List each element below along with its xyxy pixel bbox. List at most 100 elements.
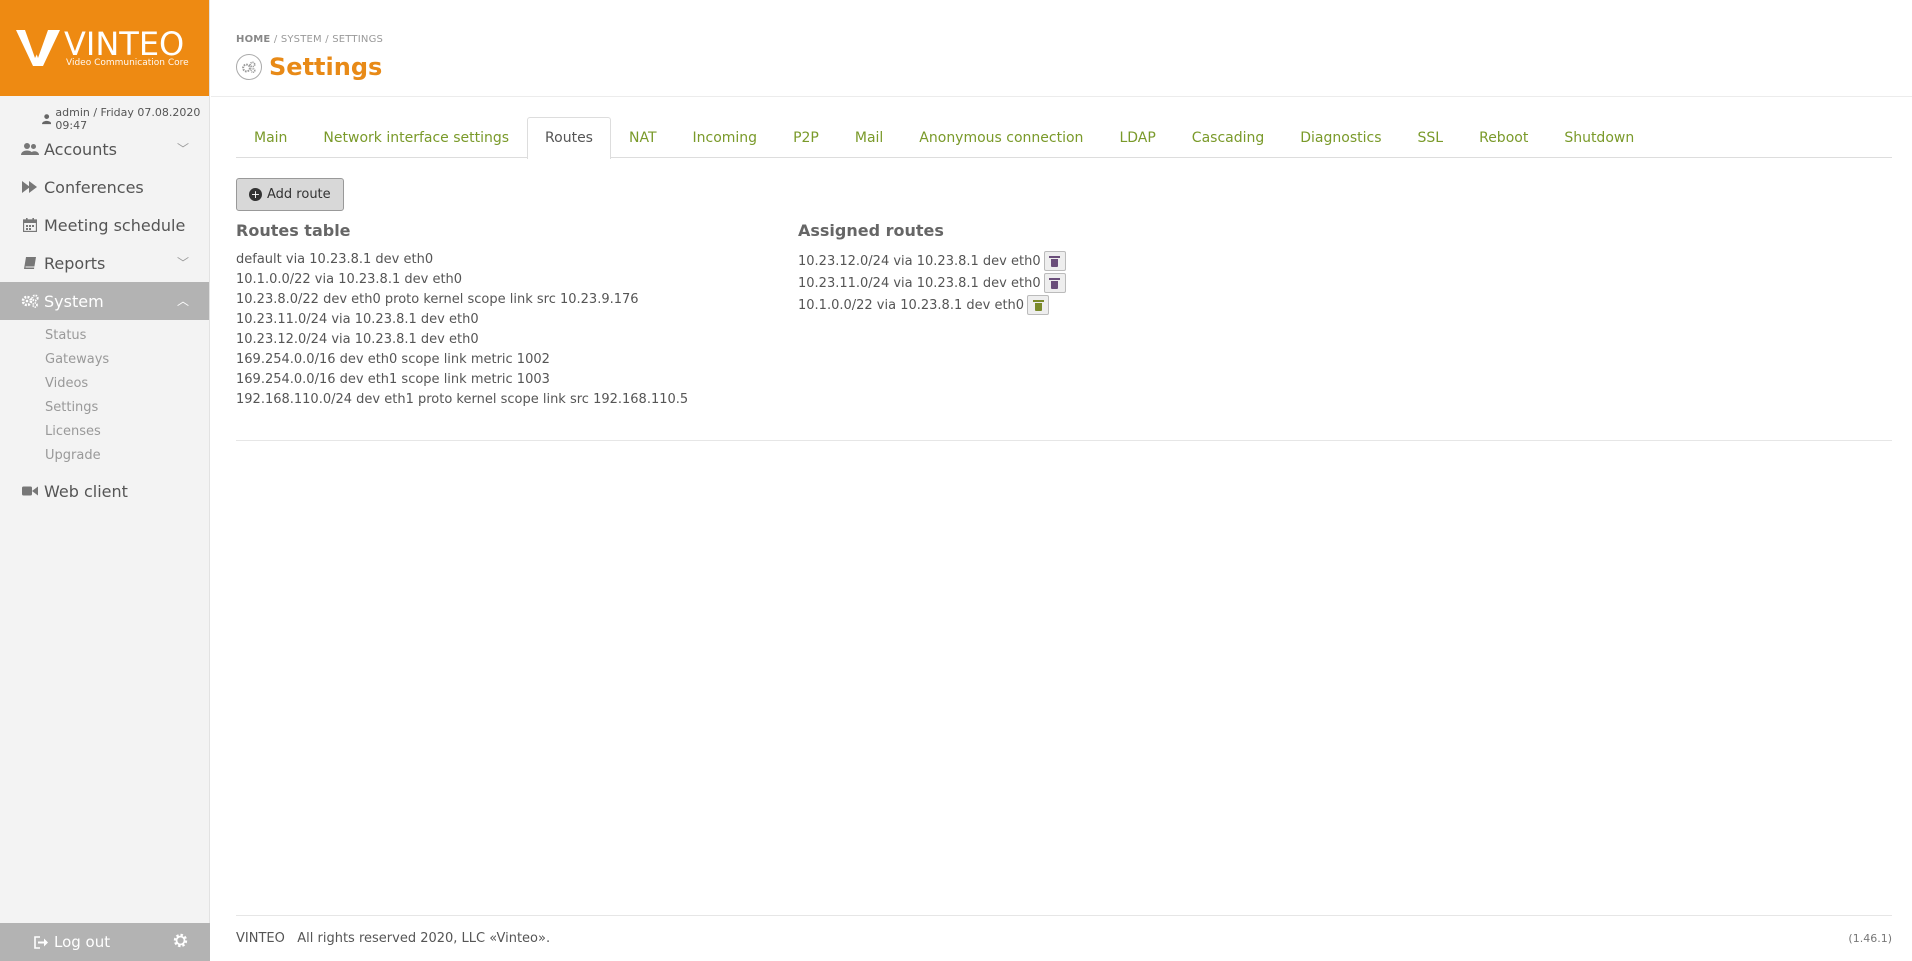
user-icon [42, 114, 52, 125]
trash-icon [1049, 255, 1061, 267]
sidebar-subitem-status[interactable]: Status [0, 324, 209, 348]
system-subnav: Status Gateways Videos Settings Licenses… [0, 320, 209, 472]
tab-anonymous-connection[interactable]: Anonymous connection [901, 117, 1101, 158]
logo[interactable]: VINTEO Video Communication Core [0, 0, 209, 96]
brand-name: VINTEO [64, 25, 185, 63]
tab-incoming[interactable]: Incoming [675, 117, 776, 158]
tab-ldap[interactable]: LDAP [1101, 117, 1173, 158]
footer-copyright-text: All rights reserved 2020, LLC «Vinteo». [297, 931, 551, 946]
sidebar-item-accounts[interactable]: Accounts ﹀ [0, 130, 209, 168]
breadcrumb-separator: / [325, 34, 329, 45]
tab-cascading[interactable]: Cascading [1174, 117, 1282, 158]
tab-routes[interactable]: Routes [527, 117, 611, 159]
vinteo-logo-icon [16, 30, 60, 66]
assigned-route-text: 10.23.12.0/24 via 10.23.8.1 dev eth0 [798, 253, 1041, 269]
tab-nat[interactable]: NAT [611, 117, 675, 158]
section-divider [236, 440, 1892, 441]
gear-icon[interactable] [173, 933, 188, 952]
sidebar-item-label: Reports [44, 253, 106, 273]
sidebar-subitem-settings[interactable]: Settings [0, 396, 209, 420]
main-content: HOME / SYSTEM / SETTINGS Settings Main N… [211, 0, 1912, 961]
page-title: Settings [269, 53, 383, 81]
sidebar-item-label: Conferences [44, 177, 144, 197]
tab-diagnostics[interactable]: Diagnostics [1282, 117, 1399, 158]
page-header: HOME / SYSTEM / SETTINGS Settings [211, 0, 1912, 97]
delete-route-button[interactable] [1043, 251, 1066, 271]
route-row: 169.254.0.0/16 dev eth1 scope link metri… [236, 372, 550, 387]
sidebar-item-label: Web client [44, 481, 128, 501]
breadcrumb-system[interactable]: SYSTEM [281, 34, 322, 45]
sidebar-item-conferences[interactable]: Conferences [0, 168, 209, 206]
sidebar-footer: Log out [0, 923, 210, 961]
sidebar-subitem-upgrade[interactable]: Upgrade [0, 444, 209, 468]
chevron-down-icon[interactable]: ﹀ [177, 254, 189, 271]
tab-ssl[interactable]: SSL [1400, 117, 1462, 158]
tab-main[interactable]: Main [236, 117, 305, 158]
assigned-routes: Assigned routes 10.23.12.0/24 via 10.23.… [798, 221, 1066, 410]
sidebar-item-label: Meeting schedule [44, 215, 186, 235]
route-row: 169.254.0.0/16 dev eth0 scope link metri… [236, 352, 550, 367]
add-route-label: Add route [267, 187, 331, 202]
breadcrumb-home[interactable]: HOME [236, 34, 270, 45]
settings-content: Main Network interface settings Routes N… [211, 97, 1912, 441]
tab-shutdown[interactable]: Shutdown [1546, 117, 1652, 158]
video-camera-icon [20, 485, 40, 497]
sidebar-item-label: Accounts [44, 139, 117, 159]
route-row: default via 10.23.8.1 dev eth0 [236, 252, 434, 267]
title-row: Settings [236, 53, 1912, 81]
plus-circle-icon: + [249, 188, 262, 201]
sidebar-subitem-videos[interactable]: Videos [0, 372, 209, 396]
user-text: admin / Friday 07.08.2020 09:47 [55, 106, 201, 132]
sidebar-item-system[interactable]: System ︿ [0, 282, 209, 320]
cogs-icon [20, 294, 40, 308]
sidebar-subitem-gateways[interactable]: Gateways [0, 348, 209, 372]
sidebar-item-label: System [44, 291, 104, 311]
tab-mail[interactable]: Mail [837, 117, 901, 158]
user-info: admin / Friday 07.08.2020 09:47 [0, 96, 209, 132]
assigned-route-row: 10.23.11.0/24 via 10.23.8.1 dev eth0 [798, 272, 1066, 294]
footer-brand: VINTEO [236, 931, 285, 946]
assigned-route-text: 10.1.0.0/22 via 10.23.8.1 dev eth0 [798, 297, 1025, 313]
breadcrumb-separator: / [273, 34, 278, 45]
routes-columns: Routes table default via 10.23.8.1 dev e… [236, 221, 1892, 410]
logout-button[interactable]: Log out [0, 933, 110, 951]
version-label: (1.46.1) [1848, 932, 1892, 945]
logout-label: Log out [54, 933, 111, 951]
sidebar-item-web-client[interactable]: Web client [0, 472, 209, 510]
settings-tabs: Main Network interface settings Routes N… [236, 117, 1892, 159]
users-icon [20, 142, 40, 156]
routes-table: Routes table default via 10.23.8.1 dev e… [236, 221, 798, 410]
sidebar: VINTEO Video Communication Core admin / … [0, 0, 210, 961]
route-row: 10.23.8.0/22 dev eth0 proto kernel scope… [236, 292, 639, 307]
chevron-down-icon[interactable]: ﹀ [177, 140, 189, 157]
chevron-up-icon[interactable]: ︿ [177, 292, 189, 309]
assigned-routes-title: Assigned routes [798, 221, 944, 240]
tab-p2p[interactable]: P2P [775, 117, 837, 158]
trash-icon [1032, 299, 1044, 311]
book-icon [20, 256, 40, 270]
page-footer: VINTEO All rights reserved 2020, LLC «Vi… [236, 915, 1892, 961]
add-route-button[interactable]: + Add route [236, 178, 344, 211]
secondary-nav: Web client [0, 472, 209, 510]
settings-cogs-icon [236, 54, 262, 80]
delete-route-button[interactable] [1043, 273, 1066, 293]
route-row: 10.23.12.0/24 via 10.23.8.1 dev eth0 [236, 332, 479, 347]
routes-table-title: Routes table [236, 221, 351, 240]
sidebar-item-meeting-schedule[interactable]: Meeting schedule [0, 206, 209, 244]
calendar-icon [20, 218, 40, 232]
assigned-route-row: 10.1.0.0/22 via 10.23.8.1 dev eth0 [798, 294, 1066, 316]
footer-copyright: VINTEO All rights reserved 2020, LLC «Vi… [236, 931, 550, 946]
sidebar-item-reports[interactable]: Reports ﹀ [0, 244, 209, 282]
trash-icon [1049, 277, 1061, 289]
main-nav: Accounts ﹀ Conferences Meeting schedule … [0, 130, 209, 320]
assigned-route-row: 10.23.12.0/24 via 10.23.8.1 dev eth0 [798, 250, 1066, 272]
tab-network-interface-settings[interactable]: Network interface settings [305, 117, 527, 158]
assigned-route-text: 10.23.11.0/24 via 10.23.8.1 dev eth0 [798, 275, 1041, 291]
delete-route-button[interactable] [1027, 295, 1050, 315]
breadcrumb-settings: SETTINGS [332, 34, 384, 45]
sidebar-subitem-licenses[interactable]: Licenses [0, 420, 209, 444]
route-row: 10.1.0.0/22 via 10.23.8.1 dev eth0 [236, 272, 463, 287]
route-row: 10.23.11.0/24 via 10.23.8.1 dev eth0 [236, 312, 479, 327]
tab-reboot[interactable]: Reboot [1461, 117, 1546, 158]
brand-tagline: Video Communication Core [66, 58, 189, 68]
